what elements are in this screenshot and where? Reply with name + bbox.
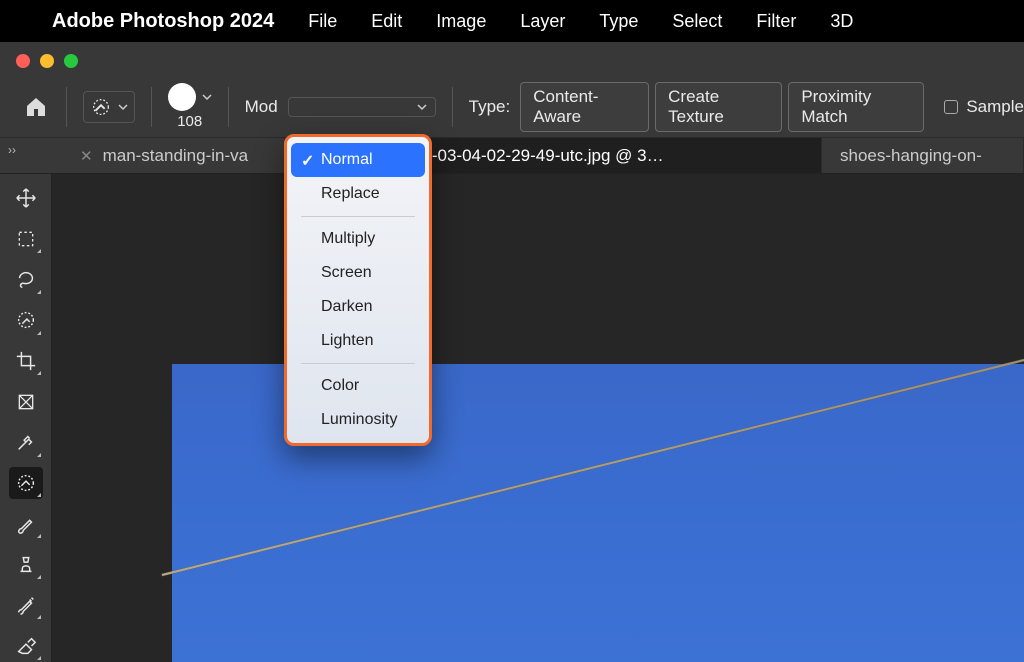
mode-option-normal[interactable]: Normal	[291, 143, 425, 177]
eyedropper-tool[interactable]	[9, 426, 43, 459]
menu-image[interactable]: Image	[436, 11, 486, 32]
type-proximity-match-button[interactable]: Proximity Match	[788, 82, 924, 132]
menu-filter[interactable]: Filter	[756, 11, 796, 32]
mode-option-screen[interactable]: Screen	[287, 256, 429, 290]
clone-stamp-tool[interactable]	[9, 548, 43, 581]
tools-panel	[0, 174, 52, 662]
chevron-down-icon	[417, 102, 427, 112]
home-button[interactable]	[22, 92, 50, 122]
current-tool-indicator[interactable]	[83, 91, 135, 123]
document-tab-bar: ›› ✕ man-standing-in-va ape-2022-03-04-0…	[0, 138, 1024, 174]
tab-label: man-standing-in-va	[103, 146, 249, 166]
menu-layer[interactable]: Layer	[520, 11, 565, 32]
checkbox-icon	[944, 100, 958, 114]
mode-option-replace[interactable]: Replace	[287, 177, 429, 211]
macos-menubar: Adobe Photoshop 2024 File Edit Image Lay…	[0, 0, 1024, 42]
expand-panels-button[interactable]: ››	[0, 138, 24, 162]
sample-all-layers-checkbox[interactable]: Sample	[944, 97, 1024, 117]
window-zoom-button[interactable]	[64, 54, 78, 68]
menu-file[interactable]: File	[308, 11, 337, 32]
window-minimize-button[interactable]	[40, 54, 54, 68]
mode-option-color[interactable]: Color	[287, 369, 429, 403]
menu-edit[interactable]: Edit	[371, 11, 402, 32]
close-tab-icon[interactable]: ✕	[80, 147, 93, 165]
history-brush-tool[interactable]	[9, 589, 43, 622]
menu-type[interactable]: Type	[599, 11, 638, 32]
document-tab[interactable]: shoes-hanging-on-	[822, 138, 1024, 173]
mode-option-darken[interactable]: Darken	[287, 290, 429, 324]
menu-3d[interactable]: 3D	[830, 11, 853, 32]
menu-separator	[301, 363, 415, 364]
type-create-texture-button[interactable]: Create Texture	[655, 82, 782, 132]
separator	[151, 87, 152, 127]
frame-tool[interactable]	[9, 385, 43, 418]
separator	[452, 87, 453, 127]
mode-select[interactable]	[288, 97, 436, 117]
app-window: 108 Mod Type: Content-Aware Create Textu…	[0, 42, 1024, 662]
crop-tool[interactable]	[9, 345, 43, 378]
quick-select-tool[interactable]	[9, 304, 43, 337]
eraser-tool[interactable]	[9, 629, 43, 662]
lasso-tool[interactable]	[9, 263, 43, 296]
sample-label: Sample	[966, 97, 1024, 117]
window-controls	[16, 54, 78, 68]
menu-separator	[301, 216, 415, 217]
options-bar: 108 Mod Type: Content-Aware Create Textu…	[0, 76, 1024, 138]
mode-label: Mod	[245, 97, 278, 117]
mode-option-multiply[interactable]: Multiply	[287, 222, 429, 256]
window-close-button[interactable]	[16, 54, 30, 68]
separator	[66, 87, 67, 127]
menu-select[interactable]: Select	[672, 11, 722, 32]
type-button-group: Content-Aware Create Texture Proximity M…	[520, 82, 924, 132]
marquee-tool[interactable]	[9, 223, 43, 256]
brush-preview-icon	[168, 83, 196, 111]
type-content-aware-button[interactable]: Content-Aware	[520, 82, 649, 132]
spot-healing-icon	[90, 96, 112, 118]
app-name[interactable]: Adobe Photoshop 2024	[52, 10, 274, 33]
workspace	[0, 174, 1024, 662]
window-titlebar	[0, 42, 1024, 76]
image-detail	[472, 614, 1024, 662]
brush-tool[interactable]	[9, 507, 43, 540]
mode-option-lighten[interactable]: Lighten	[287, 324, 429, 358]
move-tool[interactable]	[9, 182, 43, 215]
mode-option-luminosity[interactable]: Luminosity	[287, 403, 429, 437]
brush-preset-picker[interactable]: 108	[168, 83, 212, 130]
mode-dropdown-menu: Normal Replace Multiply Screen Darken Li…	[284, 134, 432, 446]
brush-size-value: 108	[177, 113, 202, 130]
chevron-down-icon	[202, 92, 212, 102]
type-label: Type:	[469, 97, 511, 117]
tab-label: shoes-hanging-on-	[840, 146, 982, 166]
separator	[228, 87, 229, 127]
canvas[interactable]	[52, 174, 1024, 662]
chevron-down-icon	[118, 102, 128, 112]
spot-healing-brush-tool[interactable]	[9, 467, 43, 500]
